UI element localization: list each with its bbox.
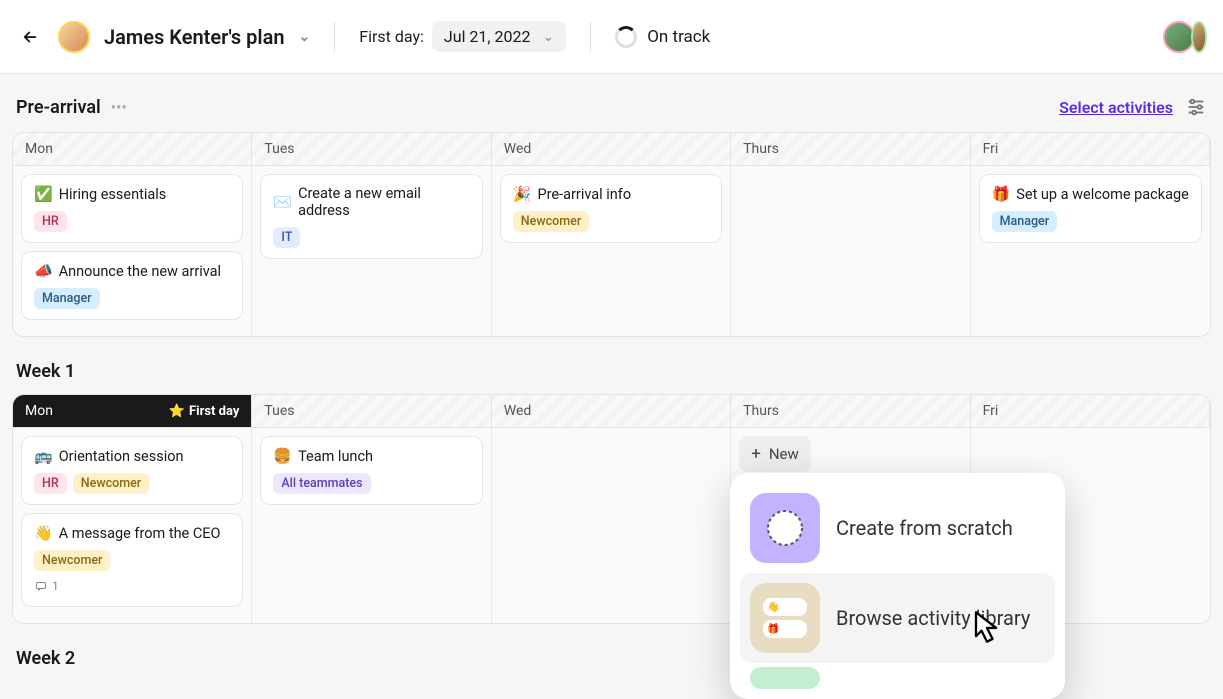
select-activities-link[interactable]: Select activities	[1059, 98, 1173, 117]
new-activity-button[interactable]: + New	[739, 436, 811, 472]
checkmark-emoji-icon: ✅	[34, 185, 53, 203]
activity-card[interactable]: 🎉Pre-arrival info Newcomer	[500, 174, 722, 243]
bus-emoji-icon: 🚌	[34, 447, 53, 465]
plan-title: James Kenter's plan	[104, 25, 285, 49]
tag-it: IT	[273, 227, 300, 248]
new-activity-popup: Create from scratch 👋 🎁 Browse activity …	[730, 473, 1065, 699]
activity-card[interactable]: 📣Announce the new arrival Manager	[21, 251, 243, 320]
day-cell-mon[interactable]: 🚌Orientation session HR Newcomer 👋A mess…	[13, 428, 252, 623]
day-cell-mon[interactable]: ✅Hiring essentials HR 📣Announce the new …	[13, 166, 252, 336]
day-cell-tues[interactable]: ✉️Create a new email address IT	[252, 166, 491, 336]
plan-title-dropdown[interactable]: James Kenter's plan ⌄	[104, 25, 310, 49]
day-head-thurs: Thurs	[731, 133, 970, 166]
avatar	[58, 21, 90, 53]
chevron-down-icon: ⌄	[299, 29, 311, 45]
tag-all-teammates: All teammates	[273, 473, 370, 494]
section-title-week1: Week 1	[12, 337, 1211, 394]
day-head-mon: Mon	[13, 133, 252, 166]
activity-card[interactable]: 🚌Orientation session HR Newcomer	[21, 436, 243, 505]
tag-newcomer: Newcomer	[34, 550, 110, 571]
day-cell-wed[interactable]	[492, 428, 731, 623]
activity-card[interactable]: 🎁Set up a welcome package Manager	[979, 174, 1202, 243]
day-cell-wed[interactable]: 🎉Pre-arrival info Newcomer	[492, 166, 731, 336]
day-head-tues: Tues	[252, 395, 491, 428]
create-from-scratch-option[interactable]: Create from scratch	[740, 483, 1055, 573]
filter-sliders-icon[interactable]	[1185, 96, 1207, 118]
comment-count: 1	[34, 579, 59, 593]
day-head-fri: Fri	[971, 133, 1210, 166]
first-day-value: Jul 21, 2022	[444, 27, 531, 46]
day-head-thurs: Thurs	[731, 395, 970, 428]
megaphone-emoji-icon: 📣	[34, 262, 53, 280]
wave-emoji-icon: 👋	[34, 524, 53, 542]
day-cell-tues[interactable]: 🍔Team lunch All teammates	[252, 428, 491, 623]
tag-manager: Manager	[992, 211, 1058, 232]
star-icon: ⭐	[169, 404, 185, 419]
library-icon: 👋 🎁	[750, 583, 820, 653]
section-title-prearrival: Pre-arrival	[16, 97, 101, 118]
gift-emoji-icon: 🎁	[992, 185, 1011, 203]
first-day-field[interactable]: First day: Jul 21, 2022 ⌄	[359, 21, 566, 52]
envelope-emoji-icon: ✉️	[273, 193, 292, 211]
day-head-tues: Tues	[252, 133, 491, 166]
scratch-icon	[750, 493, 820, 563]
first-day-label: First day:	[359, 27, 424, 46]
tag-newcomer: Newcomer	[73, 473, 149, 494]
more-icon[interactable]: •••	[111, 98, 127, 116]
divider	[334, 22, 335, 52]
day-head-mon-firstday: Mon ⭐First day	[13, 395, 252, 428]
day-cell-thurs[interactable]	[731, 166, 970, 336]
activity-card[interactable]: 👋A message from the CEO Newcomer 1	[21, 513, 243, 607]
activity-card[interactable]: 🍔Team lunch All teammates	[260, 436, 482, 505]
day-head-fri: Fri	[971, 395, 1210, 428]
chevron-down-icon: ⌄	[543, 29, 555, 45]
tag-hr: HR	[34, 473, 67, 494]
header: James Kenter's plan ⌄ First day: Jul 21,…	[0, 0, 1223, 74]
cursor-pointer-icon	[965, 605, 1009, 653]
tag-hr: HR	[34, 211, 67, 232]
status-text: On track	[647, 27, 710, 47]
day-head-wed: Wed	[492, 133, 731, 166]
status-indicator: On track	[615, 26, 710, 48]
popup-option-partial[interactable]	[740, 663, 1055, 689]
back-button[interactable]	[16, 23, 44, 51]
prearrival-grid: Mon Tues Wed Thurs Fri ✅Hiring essential…	[12, 132, 1211, 337]
burger-emoji-icon: 🍔	[273, 447, 292, 465]
header-avatars[interactable]	[1167, 21, 1207, 53]
progress-spinner-icon	[615, 26, 637, 48]
day-cell-fri[interactable]: 🎁Set up a welcome package Manager	[971, 166, 1210, 336]
plus-icon: +	[751, 444, 761, 464]
partial-icon	[750, 667, 820, 689]
activity-card[interactable]: ✉️Create a new email address IT	[260, 174, 482, 259]
day-head-wed: Wed	[492, 395, 731, 428]
tada-emoji-icon: 🎉	[513, 185, 532, 203]
tag-newcomer: Newcomer	[513, 211, 589, 232]
divider	[590, 22, 591, 52]
activity-card[interactable]: ✅Hiring essentials HR	[21, 174, 243, 243]
tag-manager: Manager	[34, 288, 100, 309]
